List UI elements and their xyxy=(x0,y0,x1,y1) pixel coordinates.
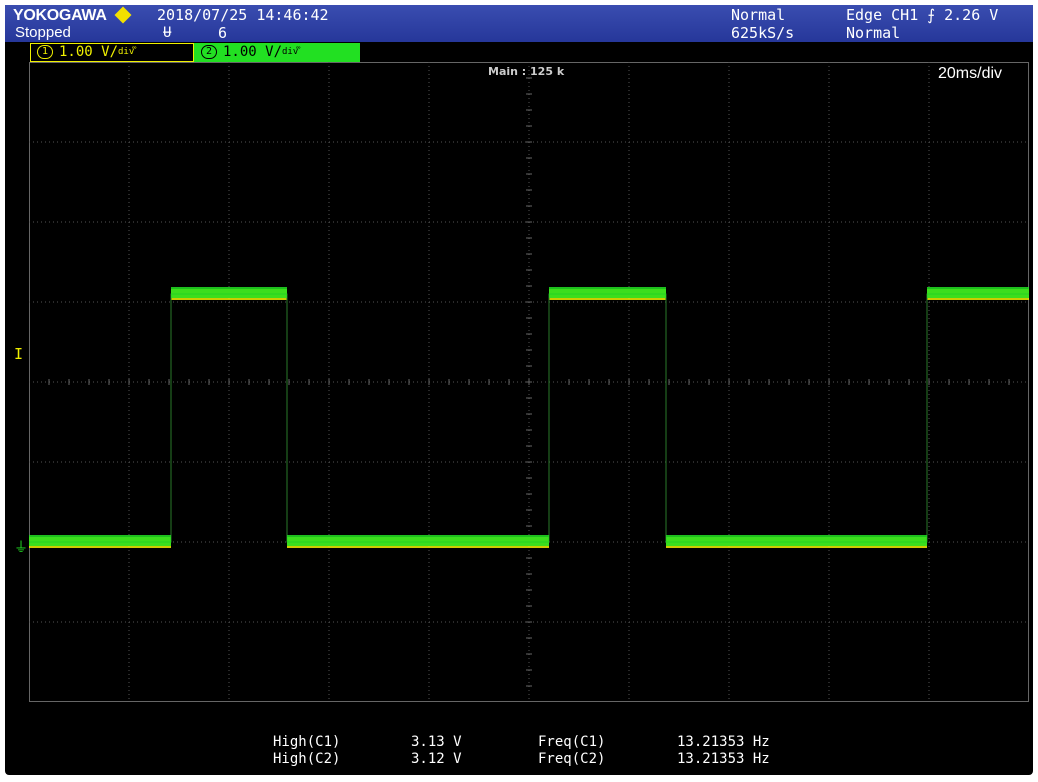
channel-1-scale[interactable]: 11.00 V/div᪲ xyxy=(30,43,194,62)
oscilloscope-screen: YOKOGAWA Stopped 2018/07/25 14:46:42 Ʉ 6… xyxy=(5,5,1033,775)
meas-1-name: High(C1) xyxy=(273,734,341,750)
trigger-setting: Edge CH1 ⨍ 2.26 V xyxy=(846,6,999,24)
acquisition-count: 6 xyxy=(218,24,228,42)
grid-lines xyxy=(29,62,1029,702)
brand-logo: YOKOGAWA xyxy=(13,7,107,24)
meas-2-value: 3.12 V xyxy=(411,751,462,767)
meas-1-value: 3.13 V xyxy=(411,734,462,750)
meas-1-freq-value: 13.21353 Hz xyxy=(677,734,770,750)
trace-level-ch2 xyxy=(927,287,1029,298)
ground-icon: ⏚ xyxy=(14,540,28,556)
run-status: Stopped xyxy=(15,24,71,41)
trigger-mode: Normal xyxy=(846,24,901,42)
datetime: 2018/07/25 14:46:42 xyxy=(157,6,329,24)
diamond-icon xyxy=(114,6,132,24)
trace-level-ch2 xyxy=(666,535,927,546)
meas-2-freq-value: 13.21353 Hz xyxy=(677,751,770,767)
channel-2-number: 2 xyxy=(201,45,217,59)
trace-level-ch2 xyxy=(287,535,549,546)
acquisition-mode: Normal xyxy=(731,6,786,24)
channel-2-scale-unit: div xyxy=(282,47,299,57)
trace-level-ch2 xyxy=(29,535,171,546)
status-bar: YOKOGAWA Stopped 2018/07/25 14:46:42 Ʉ 6… xyxy=(5,5,1033,42)
meas-2-freq-name: Freq(C2) xyxy=(538,751,606,767)
channel-1-scale-unit: div xyxy=(118,47,135,57)
trace-level-ch2 xyxy=(549,287,666,298)
channel-2-scale[interactable]: 21.00 V/div᪲ xyxy=(194,43,360,62)
channel-2-scale-value: 1.00 V/ xyxy=(223,44,283,60)
measurement-panel: High(C1) 3.13 V Freq(C1) 13.21353 Hz Hig… xyxy=(5,733,1033,773)
channel-1-number: 1 xyxy=(37,45,53,59)
meas-2-name: High(C2) xyxy=(273,751,341,767)
sample-rate: 625kS/s xyxy=(731,24,795,42)
time-per-div: 20ms/div xyxy=(938,65,1003,82)
main-memory-label: Main : 125 k xyxy=(488,65,565,78)
acquisition-icon: Ʉ xyxy=(163,25,172,41)
meas-1-freq-name: Freq(C1) xyxy=(538,734,606,750)
channel-1-scale-value: 1.00 V/ xyxy=(59,44,119,60)
trigger-level-marker: I xyxy=(14,345,24,363)
trace-level-ch2 xyxy=(171,287,287,298)
waveform-graticule xyxy=(29,62,1029,702)
